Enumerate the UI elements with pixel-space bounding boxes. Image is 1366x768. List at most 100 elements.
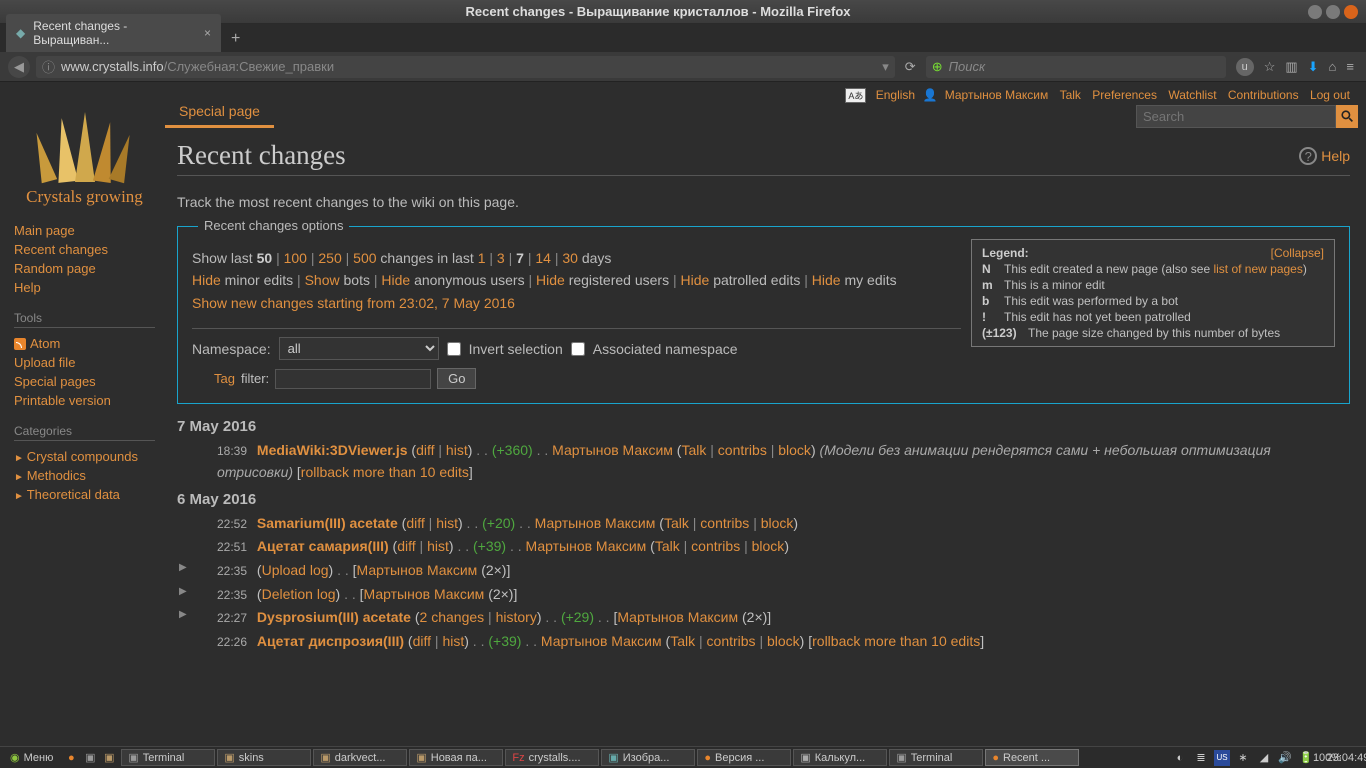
nav-main-page[interactable]: Main page — [14, 223, 75, 238]
opt-d3[interactable]: 3 — [497, 250, 505, 266]
opt-show-bots[interactable]: Show — [305, 272, 340, 288]
opt-d30[interactable]: 30 — [562, 250, 578, 266]
hist-link[interactable]: hist — [446, 442, 468, 458]
taskbar-app[interactable]: ▣Новая па... — [409, 749, 503, 766]
clock[interactable]: 23:04:49 — [1340, 750, 1356, 766]
change-title[interactable]: Ацетат самария(III) — [257, 538, 389, 554]
namespace-select[interactable]: all — [279, 337, 439, 360]
taskbar-app[interactable]: ▣Калькул... — [793, 749, 887, 766]
assoc-checkbox[interactable] — [571, 342, 585, 356]
start-menu[interactable]: ◉Меню — [4, 751, 59, 764]
nav-special-pages[interactable]: Special pages — [14, 374, 96, 389]
browser-tab-active[interactable]: ◆ Recent changes - Выращиван... × — [6, 14, 221, 52]
opt-show-new[interactable]: Show new changes starting from 23:02, 7 … — [192, 295, 515, 311]
opt-hide-patrol[interactable]: Hide — [681, 272, 710, 288]
invert-checkbox[interactable] — [447, 342, 461, 356]
url-bar[interactable]: ⓘ www.crystalls.info /Служебная:Свежие_п… — [36, 56, 895, 78]
taskbar-app[interactable]: ▣Terminal — [889, 749, 983, 766]
expand-arrow-icon[interactable]: ▶ — [179, 560, 187, 576]
taskbar-app[interactable]: ▣Изобра... — [601, 749, 695, 766]
expand-arrow-icon[interactable]: ▶ — [179, 584, 187, 600]
nav-recent-changes[interactable]: Recent changes — [14, 242, 108, 257]
reload-button[interactable]: ⟳ — [901, 59, 920, 75]
opt-hide-my[interactable]: Hide — [812, 272, 841, 288]
logo-text: Crystals growing — [14, 187, 155, 207]
tray-icon[interactable]: ◐ — [1172, 750, 1188, 766]
legend-collapse[interactable]: Collapse — [1274, 246, 1321, 260]
change-title[interactable]: Samarium(III) acetate — [257, 515, 398, 531]
change-row: 22:52 Samarium(III) acetate (diff | hist… — [177, 512, 1350, 536]
minimize-button[interactable] — [1308, 5, 1322, 19]
firefox-icon[interactable]: ● — [63, 750, 79, 766]
intro-text: Track the most recent changes to the wik… — [177, 194, 1350, 210]
close-button[interactable] — [1344, 5, 1358, 19]
opt-hide-anon[interactable]: Hide — [381, 272, 410, 288]
change-title[interactable]: Deletion log — [262, 586, 336, 602]
taskbar-app[interactable]: ▣Terminal — [121, 749, 215, 766]
url-path: /Служебная:Свежие_правки — [164, 59, 335, 74]
nav-cat-crystal-compounds[interactable]: Crystal compounds — [14, 449, 138, 464]
hamburger-menu-icon[interactable]: ≡ — [1346, 59, 1354, 74]
opt-d1[interactable]: 1 — [478, 250, 486, 266]
diff-link[interactable]: diff — [416, 442, 434, 458]
network-icon[interactable]: ≣ — [1193, 750, 1209, 766]
wiki-search-input[interactable] — [1136, 105, 1336, 128]
opt-hide-reg[interactable]: Hide — [536, 272, 565, 288]
change-title[interactable]: Ацетат диспрозия(III) — [257, 633, 404, 649]
taskbar-app[interactable]: ▣skins — [217, 749, 311, 766]
maximize-button[interactable] — [1326, 5, 1340, 19]
back-button[interactable]: ◀ — [8, 56, 30, 78]
volume-icon[interactable]: 🔊 — [1277, 750, 1293, 766]
opt-d7[interactable]: 7 — [516, 250, 524, 266]
change-user[interactable]: Мартынов Максим — [552, 442, 673, 458]
opt-hide-minor[interactable]: Hide — [192, 272, 221, 288]
expand-arrow-icon[interactable]: ▶ — [179, 607, 187, 623]
help-icon: ? — [1299, 147, 1317, 165]
site-logo[interactable]: Crystals growing — [14, 110, 155, 207]
taskbar-app[interactable]: ▣darkvect... — [313, 749, 407, 766]
quick-launch: ● ▣ ▣ — [59, 750, 121, 766]
files-icon[interactable]: ▣ — [101, 750, 117, 766]
battery-icon[interactable]: 🔋 — [1298, 750, 1314, 766]
opt-500[interactable]: 500 — [353, 250, 376, 266]
wifi-icon[interactable]: ◢ — [1256, 750, 1272, 766]
rollback-link[interactable]: rollback more than 10 edits — [301, 464, 469, 480]
wiki-search-button[interactable] — [1336, 105, 1358, 128]
nav-atom[interactable]: Atom — [30, 336, 60, 351]
ublock-icon[interactable]: u — [1236, 58, 1254, 76]
browser-search-box[interactable]: ⊕ Поиск — [926, 56, 1226, 78]
opt-d14[interactable]: 14 — [535, 250, 551, 266]
change-title[interactable]: MediaWiki:3DViewer.js — [257, 442, 408, 458]
nav-printable[interactable]: Printable version — [14, 393, 111, 408]
tag-filter-input[interactable] — [275, 369, 431, 389]
tab-special-page[interactable]: Special page — [165, 97, 274, 128]
keyboard-layout-icon[interactable]: US — [1214, 750, 1230, 766]
bluetooth-icon[interactable]: ∗ — [1235, 750, 1251, 766]
new-tab-button[interactable]: + — [221, 26, 250, 52]
nav-cat-methodics[interactable]: Methodics — [14, 468, 86, 483]
link-list-new-pages[interactable]: list of new pages — [1213, 262, 1302, 276]
terminal-icon[interactable]: ▣ — [82, 750, 98, 766]
opt-100[interactable]: 100 — [284, 250, 307, 266]
home-icon[interactable]: ⌂ — [1329, 59, 1337, 74]
nav-random-page[interactable]: Random page — [14, 261, 96, 276]
opt-50[interactable]: 50 — [257, 250, 273, 266]
nav-cat-theoretical-data[interactable]: Theoretical data — [14, 487, 120, 502]
taskbar-app[interactable]: Fzcrystalls.... — [505, 749, 599, 766]
bookmark-star-icon[interactable]: ☆ — [1264, 59, 1276, 75]
change-title[interactable]: Upload log — [262, 562, 329, 578]
change-title[interactable]: Dysprosium(III) acetate — [257, 609, 411, 625]
go-button[interactable]: Go — [437, 368, 476, 389]
taskbar-app[interactable]: ●Версия ... — [697, 749, 791, 766]
tab-close-icon[interactable]: × — [204, 26, 211, 40]
downloads-icon[interactable]: ⬇ — [1308, 59, 1319, 75]
tag-link[interactable]: Tag — [214, 371, 235, 386]
help-link[interactable]: ?Help — [1299, 147, 1350, 165]
clipboard-icon[interactable]: ▥ — [1285, 59, 1297, 75]
opt-250[interactable]: 250 — [318, 250, 341, 266]
nav-help[interactable]: Help — [14, 280, 41, 295]
taskbar-app-active[interactable]: ●Recent ... — [985, 749, 1079, 766]
url-dropdown-icon[interactable]: ▾ — [882, 59, 889, 75]
rollback-link[interactable]: rollback more than 10 edits — [812, 633, 980, 649]
nav-upload-file[interactable]: Upload file — [14, 355, 75, 370]
